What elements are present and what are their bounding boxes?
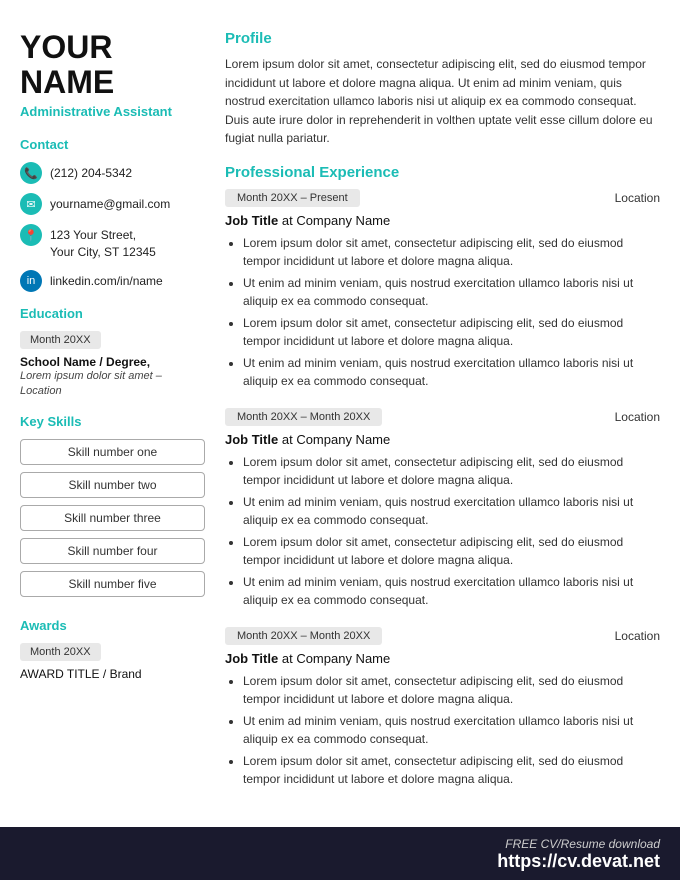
exp-location: Location: [615, 191, 660, 205]
contact-heading: Contact: [20, 137, 205, 152]
exp-bullet: Lorem ipsum dolor sit amet, consectetur …: [243, 672, 660, 708]
edu-date-badge: Month 20XX: [20, 331, 101, 349]
exp-bullet: Lorem ipsum dolor sit amet, consectetur …: [243, 453, 660, 489]
skill-badge: Skill number four: [20, 538, 205, 564]
contact-phone: 📞 (212) 204-5342: [20, 162, 205, 184]
footer: FREE CV/Resume download https://cv.devat…: [0, 827, 680, 880]
profile-heading: Profile: [225, 30, 660, 47]
edu-detail: Lorem ipsum dolor sit amet – Location: [20, 369, 205, 400]
phone-text: (212) 204-5342: [50, 162, 132, 182]
footer-url: https://cv.devat.net: [20, 851, 660, 872]
exp-bullet: Ut enim ad minim veniam, quis nostrud ex…: [243, 354, 660, 390]
contact-linkedin: in linkedin.com/in/name: [20, 270, 205, 292]
left-job-title: Administrative Assistant: [20, 104, 205, 119]
exp-bullets: Lorem ipsum dolor sit amet, consectetur …: [225, 453, 660, 609]
linkedin-icon: in: [20, 270, 42, 292]
last-name: NAME: [20, 64, 114, 100]
email-text: yourname@gmail.com: [50, 193, 170, 213]
full-name: YOUR NAME: [20, 30, 205, 100]
experience-list: Month 20XX – Present Location Job Title at…: [225, 189, 660, 788]
address-icon: 📍: [20, 224, 42, 246]
exp-bullet: Lorem ipsum dolor sit amet, consectetur …: [243, 752, 660, 788]
exp-bullets: Lorem ipsum dolor sit amet, consectetur …: [225, 234, 660, 390]
first-name: YOUR: [20, 29, 112, 65]
exp-date-badge: Month 20XX – Present: [225, 189, 360, 207]
exp-job-title: Job Title at Company Name: [225, 432, 660, 447]
email-icon: ✉: [20, 193, 42, 215]
exp-bullet: Ut enim ad minim veniam, quis nostrud ex…: [243, 573, 660, 609]
skill-badge: Skill number two: [20, 472, 205, 498]
footer-free-label: FREE CV/Resume download: [505, 837, 660, 851]
edu-school: School Name / Degree,: [20, 355, 205, 369]
awards-heading: Awards: [20, 618, 205, 633]
award-date-badge: Month 20XX: [20, 643, 101, 661]
skills-list: Skill number one Skill number two Skill nu…: [20, 439, 205, 604]
exp-date-badge: Month 20XX – Month 20XX: [225, 408, 382, 426]
exp-bullet: Lorem ipsum dolor sit amet, consectetur …: [243, 234, 660, 270]
exp-bullet: Lorem ipsum dolor sit amet, consectetur …: [243, 314, 660, 350]
exp-bullets: Lorem ipsum dolor sit amet, consectetur …: [225, 672, 660, 788]
education-heading: Education: [20, 306, 205, 321]
skills-heading: Key Skills: [20, 414, 205, 429]
right-column: Profile Lorem ipsum dolor sit amet, cons…: [225, 30, 660, 817]
exp-location: Location: [615, 410, 660, 424]
experience-block: Month 20XX – Month 20XX Location Job Title…: [225, 408, 660, 609]
award-title: AWARD TITLE / Brand: [20, 667, 205, 681]
address-text: 123 Your Street, Your City, ST 12345: [50, 224, 156, 261]
exp-location: Location: [615, 629, 660, 643]
left-column: YOUR NAME Administrative Assistant Conta…: [20, 30, 205, 817]
experience-block: Month 20XX – Month 20XX Location Job Title…: [225, 627, 660, 788]
exp-job-title: Job Title at Company Name: [225, 651, 660, 666]
exp-bullet: Ut enim ad minim veniam, quis nostrud ex…: [243, 274, 660, 310]
experience-block: Month 20XX – Present Location Job Title at…: [225, 189, 660, 390]
skill-badge: Skill number one: [20, 439, 205, 465]
exp-date-badge: Month 20XX – Month 20XX: [225, 627, 382, 645]
exp-bullet: Ut enim ad minim veniam, quis nostrud ex…: [243, 493, 660, 529]
exp-bullet: Lorem ipsum dolor sit amet, consectetur …: [243, 533, 660, 569]
contact-email: ✉ yourname@gmail.com: [20, 193, 205, 215]
exp-bullet: Ut enim ad minim veniam, quis nostrud ex…: [243, 712, 660, 748]
experience-heading: Professional Experience: [225, 164, 660, 181]
profile-text: Lorem ipsum dolor sit amet, consectetur …: [225, 55, 660, 148]
contact-address: 📍 123 Your Street, Your City, ST 12345: [20, 224, 205, 261]
linkedin-text: linkedin.com/in/name: [50, 270, 163, 290]
skill-badge: Skill number three: [20, 505, 205, 531]
exp-job-title: Job Title at Company Name: [225, 213, 660, 228]
phone-icon: 📞: [20, 162, 42, 184]
skill-badge: Skill number five: [20, 571, 205, 597]
